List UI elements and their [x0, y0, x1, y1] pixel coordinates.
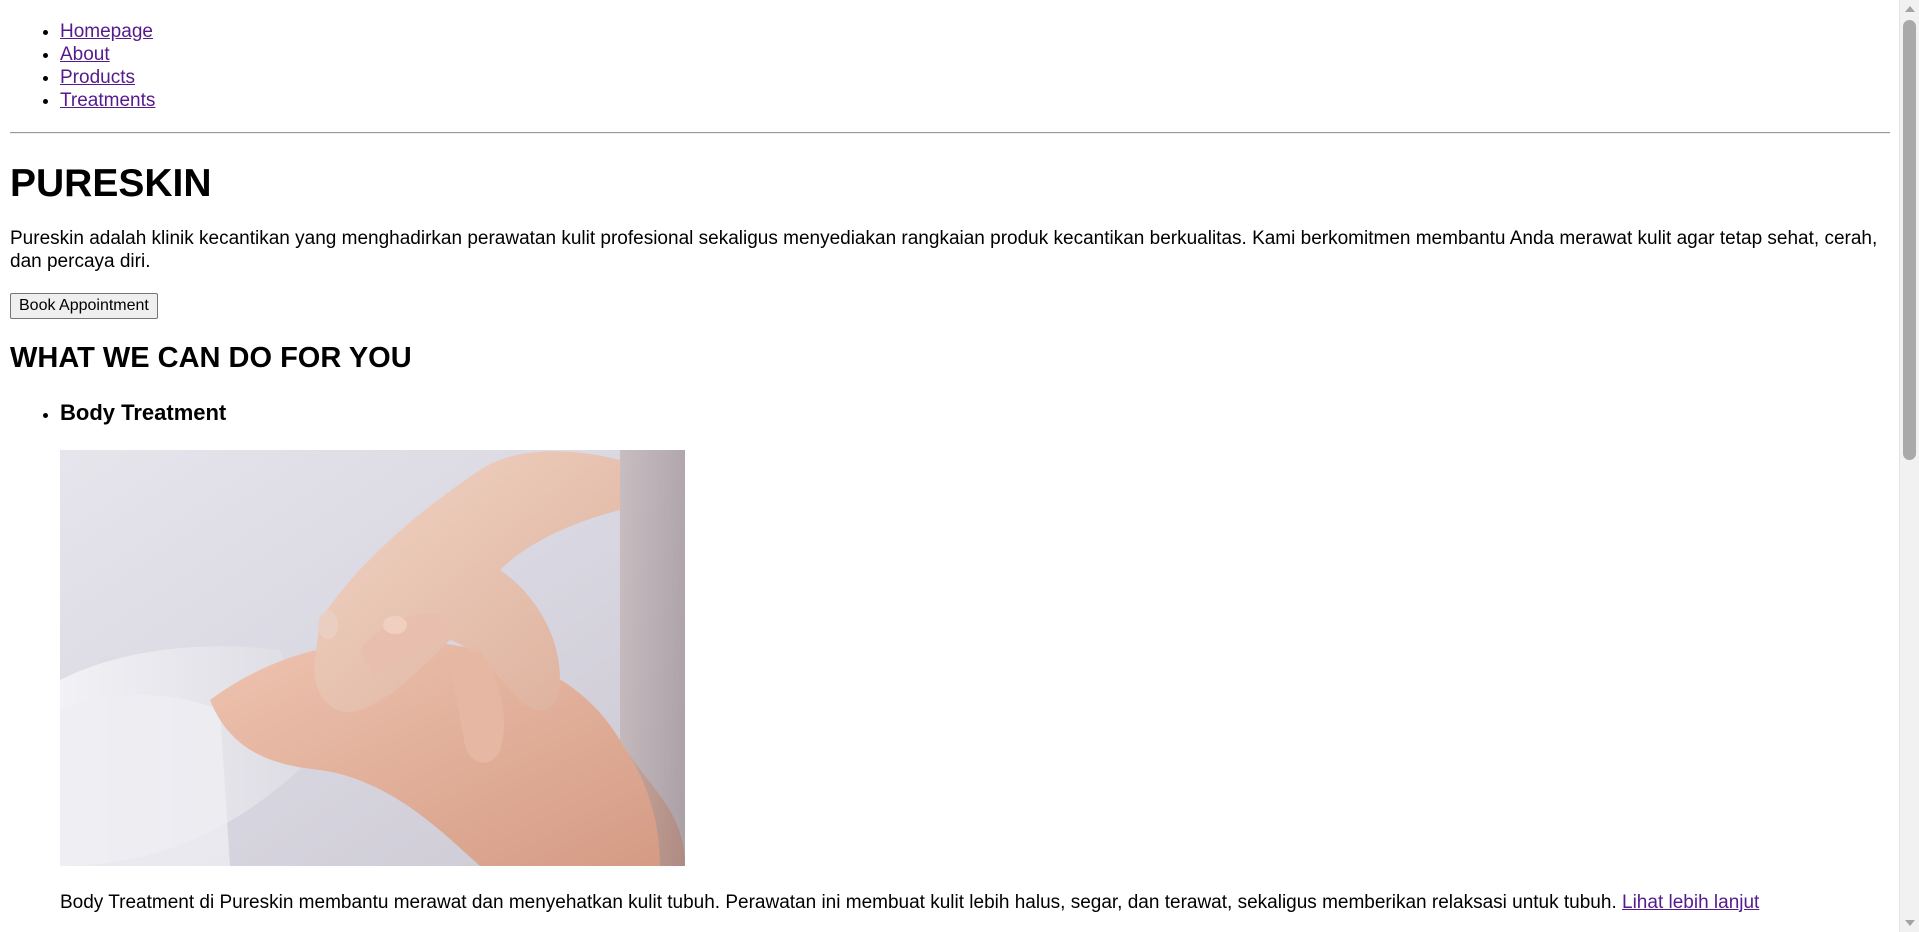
main-content: Homepage About Products Treatments PURES…: [10, 0, 1890, 932]
nav-item-products: Products: [60, 66, 1890, 89]
page-title: PURESKIN: [10, 162, 212, 205]
learn-more-link[interactable]: Lihat lebih lanjut: [1622, 892, 1759, 913]
service-item-body-treatment: Body Treatment: [60, 400, 1890, 914]
nav-link-about[interactable]: About: [60, 44, 110, 65]
vertical-scrollbar[interactable]: [1899, 0, 1919, 932]
nav-item-about: About: [60, 43, 1890, 66]
nav-item-homepage: Homepage: [60, 20, 1890, 43]
page: Homepage About Products Treatments PURES…: [0, 0, 1919, 932]
nav-link-homepage[interactable]: Homepage: [60, 21, 153, 42]
nav-menu: Homepage About Products Treatments: [10, 20, 1890, 112]
service-description: Body Treatment di Pureskin membantu mera…: [60, 891, 1890, 914]
scroll-down-arrow-icon[interactable]: [1905, 920, 1915, 926]
service-image: [60, 450, 685, 866]
nav-link-treatments[interactable]: Treatments: [60, 90, 155, 111]
scroll-thumb[interactable]: [1903, 20, 1916, 460]
service-description-text: Body Treatment di Pureskin membantu mera…: [60, 892, 1617, 913]
book-appointment-button[interactable]: Book Appointment: [10, 293, 158, 319]
services-heading: WHAT WE CAN DO FOR YOU: [10, 342, 412, 374]
scroll-up-arrow-icon[interactable]: [1905, 6, 1915, 12]
services-list: Body Treatment: [10, 400, 1890, 914]
nav-item-treatments: Treatments: [60, 89, 1890, 112]
nav-link-products[interactable]: Products: [60, 67, 135, 88]
intro-text: Pureskin adalah klinik kecantikan yang m…: [10, 228, 1878, 272]
service-title: Body Treatment: [60, 400, 227, 425]
nav-divider: [10, 132, 1890, 134]
